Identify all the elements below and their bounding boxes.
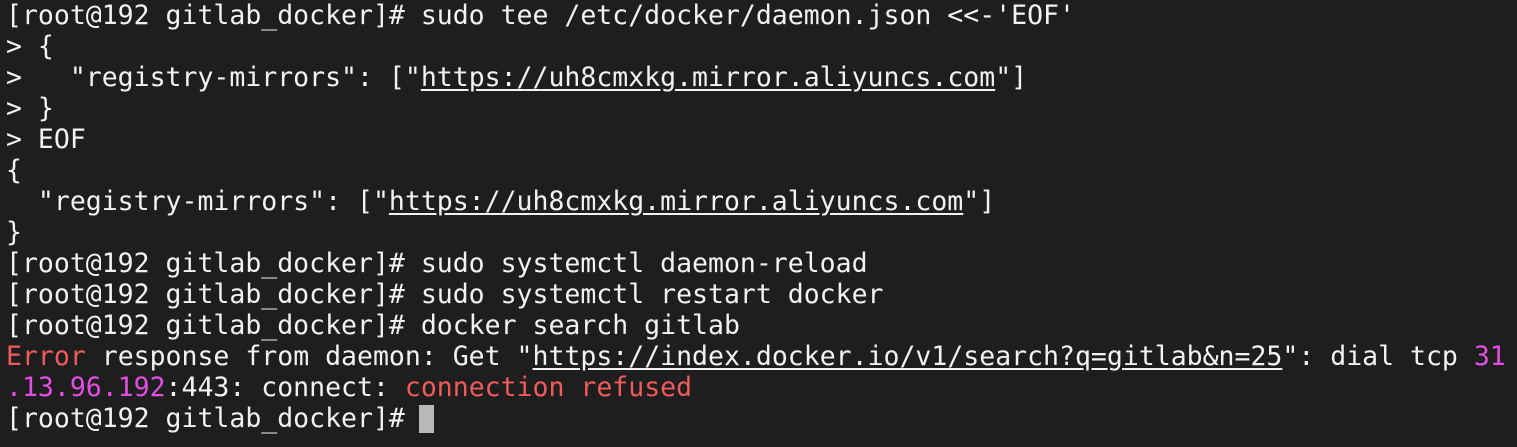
heredoc-line: > EOF — [6, 124, 86, 155]
shell-prompt: [root@192 gitlab_docker]# — [6, 279, 405, 310]
mirror-url-link[interactable]: https://uh8cmxkg.mirror.aliyuncs.com — [389, 186, 963, 217]
command-line: [root@192 gitlab_docker]# docker search … — [6, 310, 1517, 341]
terminal-window[interactable]: [root@192 gitlab_docker]# sudo tee /etc/… — [0, 0, 1517, 447]
shell-prompt: [root@192 gitlab_docker]# — [6, 0, 405, 31]
shell-prompt: [root@192 gitlab_docker]# — [6, 248, 405, 279]
ip-address-part: 31 — [1473, 341, 1506, 372]
heredoc-line: > { — [6, 31, 54, 62]
output-line: { — [6, 155, 22, 186]
command-text: docker search gitlab — [404, 310, 740, 341]
shell-prompt: [root@192 gitlab_docker]# — [6, 403, 405, 434]
heredoc-line: > } — [6, 93, 54, 124]
connection-refused-text: connection refused — [404, 372, 693, 403]
error-label: Error — [6, 341, 86, 372]
error-line: .13.96.192:443: connect: connection refu… — [6, 372, 693, 403]
command-text: sudo tee /etc/docker/daemon.json <<-'EOF… — [404, 0, 1075, 31]
output-line: "registry-mirrors": ["https://uh8cmxkg.m… — [6, 186, 996, 217]
command-text: sudo systemctl restart docker — [404, 279, 884, 310]
error-line: Error response from daemon: Get "https:/… — [6, 341, 1506, 372]
docker-search-url-link[interactable]: https://index.docker.io/v1/search?q=gitl… — [533, 341, 1283, 372]
command-text: sudo systemctl daemon-reload — [404, 248, 868, 279]
heredoc-line: > "registry-mirrors": ["https://uh8cmxkg… — [6, 62, 1028, 93]
command-line: [root@192 gitlab_docker]# sudo tee /etc/… — [6, 0, 1517, 31]
command-line: [root@192 gitlab_docker]# sudo systemctl… — [6, 248, 1517, 279]
output-line: } — [6, 217, 22, 248]
ip-address-part: .13.96.192 — [6, 372, 166, 403]
command-line: [root@192 gitlab_docker]# sudo systemctl… — [6, 279, 1517, 310]
shell-prompt: [root@192 gitlab_docker]# — [6, 310, 405, 341]
active-prompt-line[interactable]: [root@192 gitlab_docker]# — [6, 403, 1517, 434]
text-cursor — [418, 405, 434, 433]
mirror-url-link[interactable]: https://uh8cmxkg.mirror.aliyuncs.com — [421, 62, 995, 93]
